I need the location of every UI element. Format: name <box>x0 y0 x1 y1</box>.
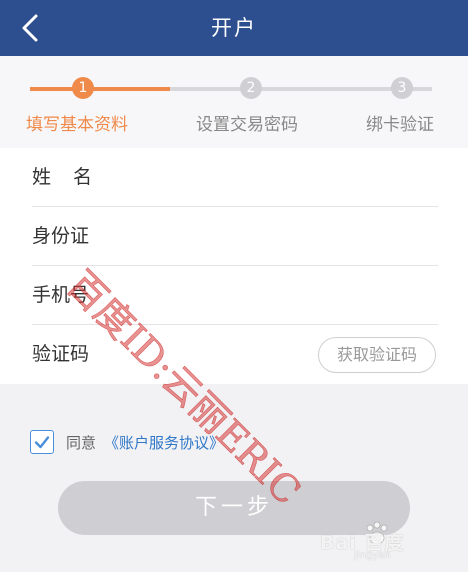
account-form: 姓名 身份证 手机号 验证码 获取验证码 <box>0 148 468 384</box>
next-step-button[interactable]: 下一步 <box>58 481 410 535</box>
step-2-label: 设置交易密码 <box>196 115 298 135</box>
name-label: 姓名 <box>32 166 115 188</box>
phone-label: 手机号 <box>32 284 90 306</box>
step-track-completed <box>30 87 170 91</box>
id-card-row: 身份证 <box>0 207 468 266</box>
baidu-brand-sub: jingyan <box>354 550 391 561</box>
agreement-text: 同意 <box>66 433 97 452</box>
agreement-row: 同意 《账户服务协议》 <box>30 428 224 456</box>
page-title: 开户 <box>211 16 257 40</box>
name-input[interactable] <box>130 158 310 196</box>
phone-input[interactable] <box>130 276 310 314</box>
step-2-indicator: 2 <box>240 77 262 99</box>
name-row: 姓名 <box>0 148 468 207</box>
code-input[interactable] <box>130 335 310 373</box>
step-1-label: 填写基本资料 <box>26 115 128 135</box>
agreement-link[interactable]: 《账户服务协议》 <box>104 432 224 453</box>
step-track-pending <box>328 87 432 91</box>
id-card-input[interactable] <box>130 217 310 255</box>
id-card-label: 身份证 <box>32 225 90 247</box>
code-row: 验证码 获取验证码 <box>0 325 468 384</box>
get-code-button[interactable]: 获取验证码 <box>318 337 436 373</box>
step-1-indicator: 1 <box>72 77 94 99</box>
code-label: 验证码 <box>32 343 90 365</box>
phone-row: 手机号 <box>0 266 468 325</box>
checkmark-icon <box>34 436 50 449</box>
agreement-checkbox[interactable] <box>30 430 54 454</box>
step-3-label: 绑卡验证 <box>366 115 434 135</box>
step-progress: 1 2 3 填写基本资料 设置交易密码 绑卡验证 <box>0 56 468 148</box>
step-3-indicator: 3 <box>391 77 413 99</box>
app-header: 开户 <box>0 0 468 56</box>
